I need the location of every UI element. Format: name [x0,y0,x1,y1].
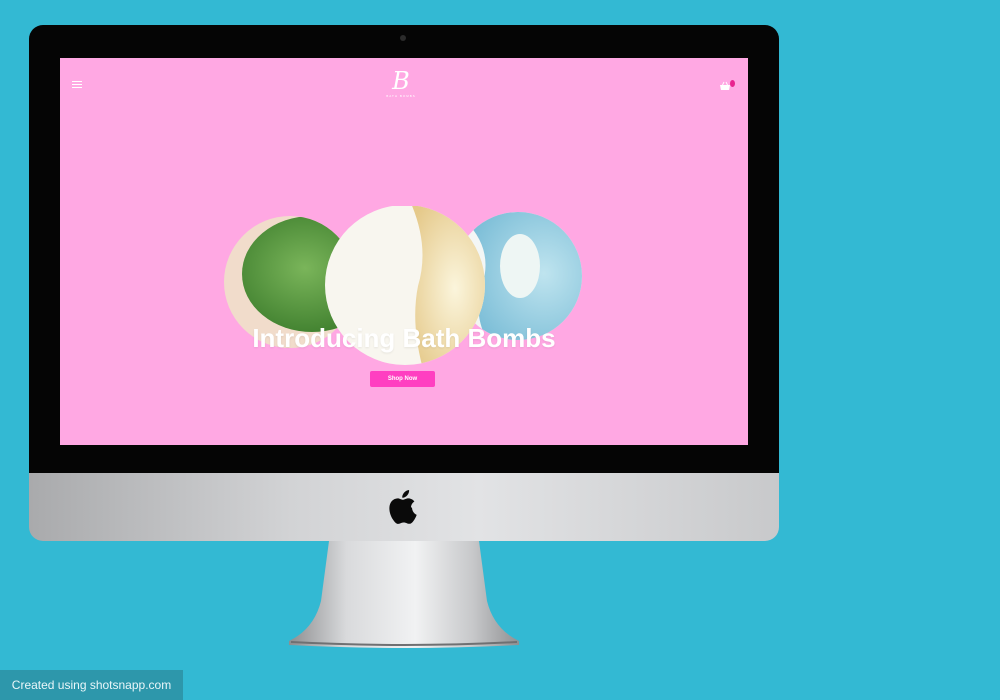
shopping-basket-icon[interactable] [719,79,735,91]
imac-stand [289,541,519,648]
apple-logo-icon [389,490,417,524]
website-screen: B BATH BOMBS Introducing Bath Bombs Shop… [60,58,748,445]
shop-now-button[interactable]: Shop Now [370,371,435,387]
cart-count-badge [730,80,735,87]
brand-logo-tagline: BATH BOMBS [386,94,416,98]
watermark-label: Created using shotsnapp.com [0,670,183,700]
brand-logo[interactable]: B BATH BOMBS [383,68,419,100]
camera-icon [400,35,406,41]
brand-logo-mark: B [392,67,410,95]
imac-chin [29,473,779,541]
hero-title: Introducing Bath Bombs [252,323,556,353]
hamburger-menu-icon[interactable] [72,81,82,89]
